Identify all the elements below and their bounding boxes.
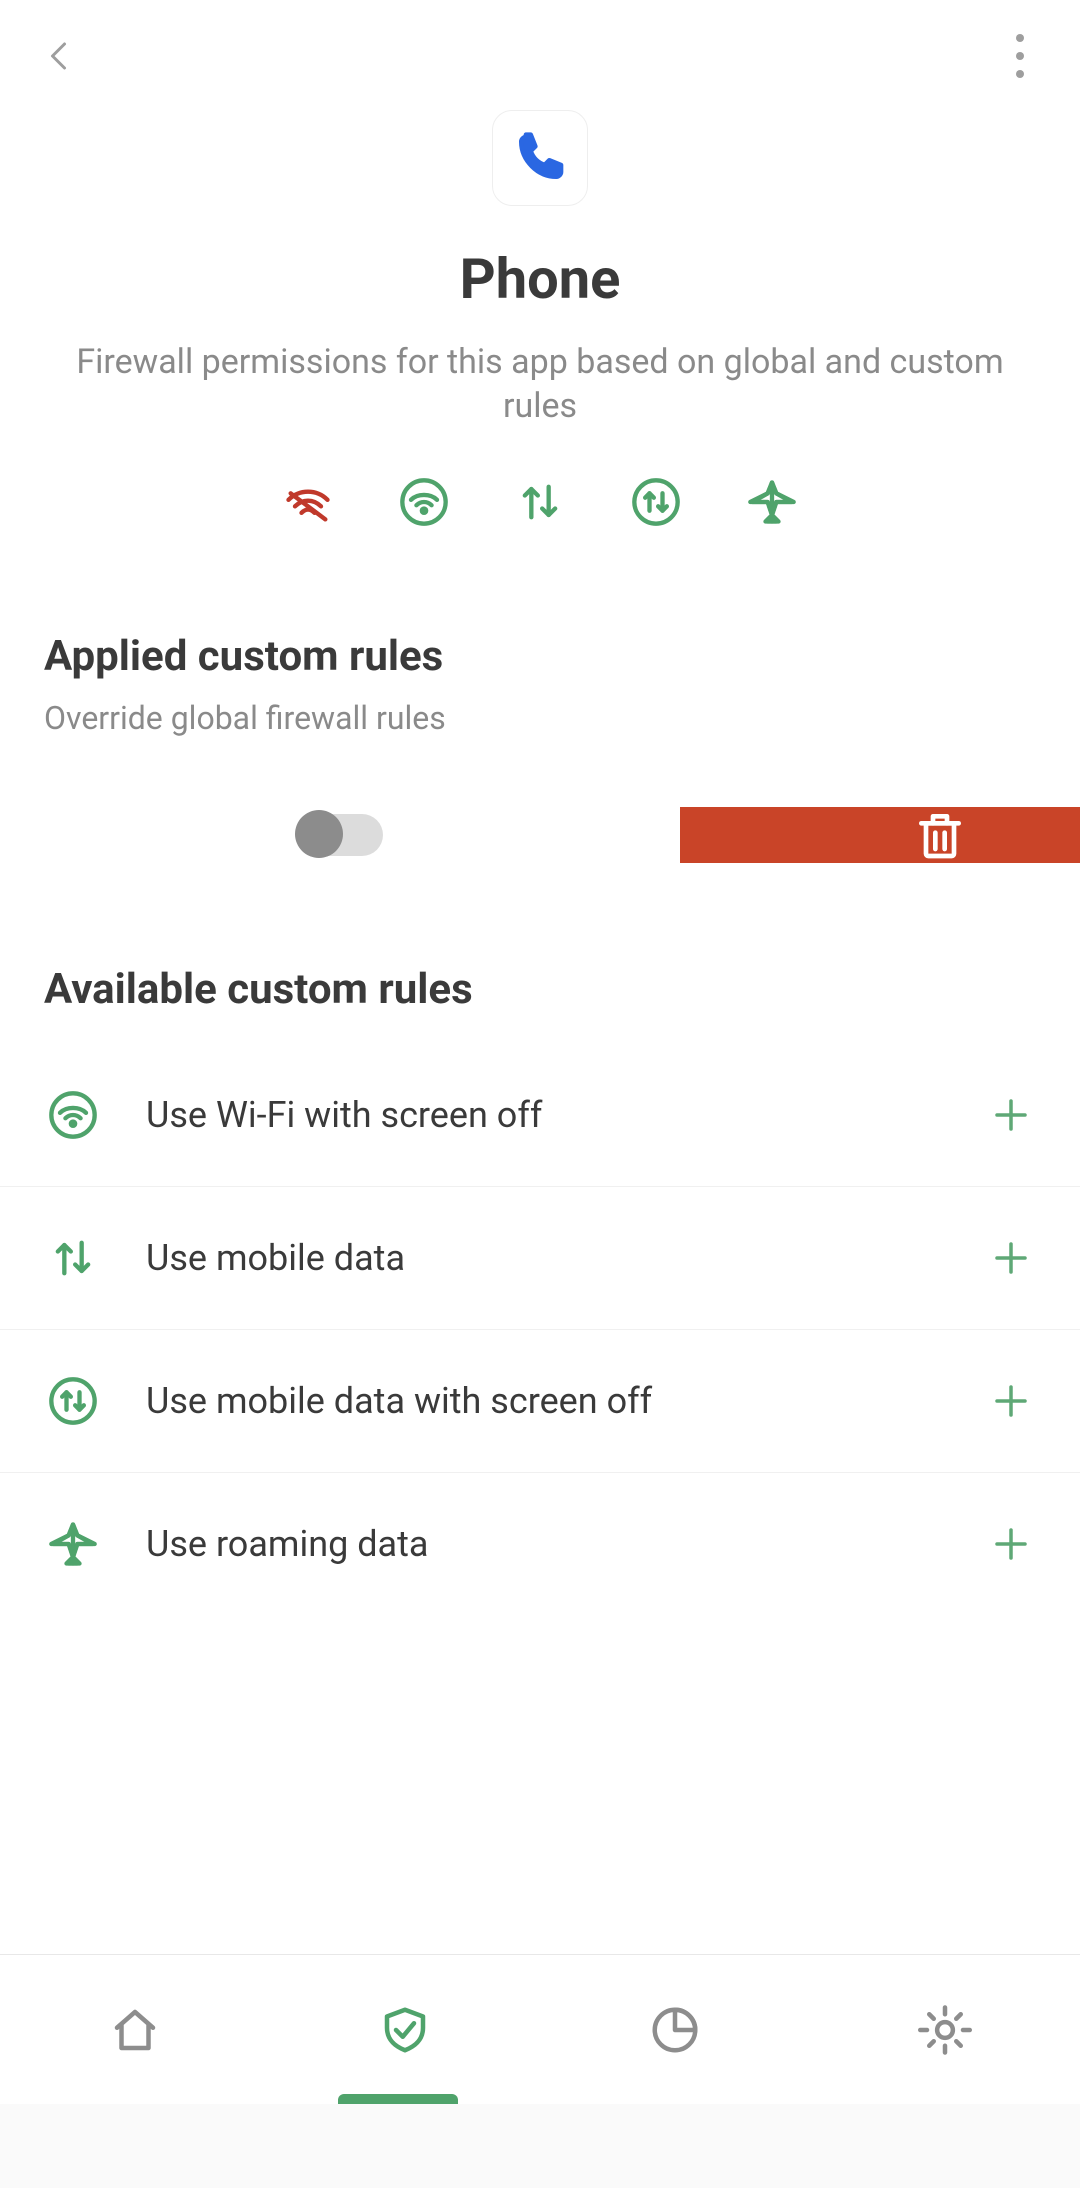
delete-rule-button[interactable] bbox=[680, 807, 1080, 863]
nav-settings[interactable] bbox=[885, 1970, 1005, 2090]
system-bar bbox=[0, 2104, 1080, 2188]
airplane-icon bbox=[44, 1515, 102, 1573]
available-rules-list: Use Wi-Fi with screen off Use mobile dat… bbox=[0, 1044, 1080, 1615]
applied-rule-toggle[interactable] bbox=[297, 814, 383, 856]
more-dot bbox=[1016, 52, 1024, 60]
add-rule-button[interactable] bbox=[986, 1519, 1036, 1569]
mobile-data-circle-icon[interactable] bbox=[626, 472, 686, 532]
applied-rule-row[interactable] bbox=[0, 765, 1080, 905]
more-dot bbox=[1016, 70, 1024, 78]
wifi-blocked-icon[interactable] bbox=[278, 472, 338, 532]
nav-chart[interactable] bbox=[615, 1970, 735, 2090]
toggle-knob bbox=[295, 810, 343, 858]
add-rule-button[interactable] bbox=[986, 1090, 1036, 1140]
mobile-data-circle-icon bbox=[44, 1372, 102, 1430]
trash-icon bbox=[912, 807, 968, 863]
mobile-data-icon[interactable] bbox=[510, 472, 570, 532]
app-icon bbox=[492, 110, 588, 206]
app-header: Phone Firewall permissions for this app … bbox=[0, 100, 1080, 572]
rule-row-mobile-data-screen-off[interactable]: Use mobile data with screen off bbox=[0, 1329, 1080, 1472]
rule-row-mobile-data[interactable]: Use mobile data bbox=[0, 1186, 1080, 1329]
app-title: Phone bbox=[460, 246, 621, 312]
rule-label: Use mobile data bbox=[146, 1237, 942, 1279]
add-rule-button[interactable] bbox=[986, 1233, 1036, 1283]
more-options-button[interactable] bbox=[996, 32, 1044, 80]
rule-label: Use mobile data with screen off bbox=[146, 1380, 942, 1422]
more-dot bbox=[1016, 34, 1024, 42]
applied-rules-subtitle: Override global firewall rules bbox=[44, 699, 1036, 737]
rule-label: Use Wi-Fi with screen off bbox=[146, 1094, 942, 1136]
bottom-nav bbox=[0, 1954, 1080, 2104]
add-rule-button[interactable] bbox=[986, 1376, 1036, 1426]
permission-summary-row bbox=[278, 472, 802, 532]
mobile-data-icon bbox=[44, 1229, 102, 1287]
back-button[interactable] bbox=[36, 32, 84, 80]
airplane-icon[interactable] bbox=[742, 472, 802, 532]
wifi-circle-icon[interactable] bbox=[394, 472, 454, 532]
rule-row-roaming-data[interactable]: Use roaming data bbox=[0, 1472, 1080, 1615]
available-rules-title: Available custom rules bbox=[44, 965, 1036, 1014]
app-subtitle: Firewall permissions for this app based … bbox=[60, 340, 1020, 428]
nav-active-indicator bbox=[338, 2094, 458, 2104]
rule-row-wifi-screen-off[interactable]: Use Wi-Fi with screen off bbox=[0, 1044, 1080, 1186]
rule-label: Use roaming data bbox=[146, 1523, 942, 1565]
wifi-circle-icon bbox=[44, 1086, 102, 1144]
nav-shield[interactable] bbox=[345, 1970, 465, 2090]
nav-home[interactable] bbox=[75, 1970, 195, 2090]
applied-rules-title: Applied custom rules bbox=[44, 632, 1036, 681]
